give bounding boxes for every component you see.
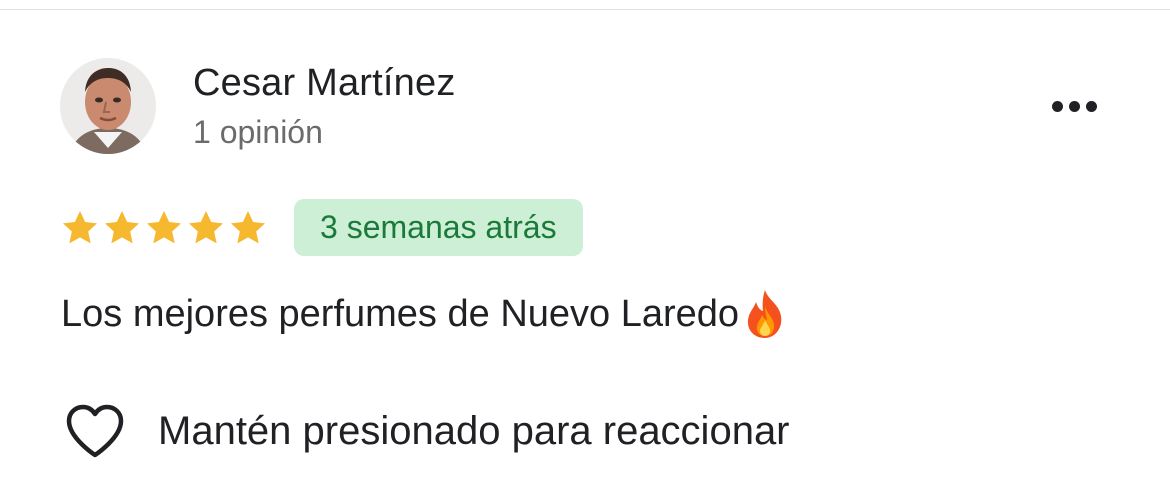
- star-icon: [105, 211, 139, 244]
- star-icon: [189, 211, 223, 244]
- react-label: Mantén presionado para reaccionar: [158, 408, 790, 453]
- star-rating: [60, 206, 268, 250]
- reviewer-name[interactable]: Cesar Martínez: [193, 62, 456, 105]
- review-text-row: Los mejores perfumes de Nuevo Laredo: [61, 288, 789, 340]
- star-icon: [63, 211, 97, 244]
- avatar[interactable]: [60, 58, 156, 154]
- more-dot: [1051, 100, 1063, 112]
- react-button[interactable]: Mantén presionado para reaccionar: [64, 400, 790, 462]
- more-dot: [1085, 100, 1097, 112]
- reviewer-review-count: 1 opinión: [193, 114, 323, 150]
- review-text: Los mejores perfumes de Nuevo Laredo: [61, 292, 740, 335]
- more-options-button[interactable]: [1040, 88, 1108, 124]
- divider: [0, 9, 1170, 10]
- more-dot: [1068, 100, 1080, 112]
- heart-outline-icon: [66, 404, 124, 458]
- fire-emoji-icon: [747, 290, 782, 338]
- review-card: Cesar Martínez 1 opinión 3 semanas atrás…: [0, 0, 1170, 490]
- avatar-photo: [60, 58, 156, 154]
- time-ago-badge: 3 semanas atrás: [294, 199, 583, 256]
- star-icon: [231, 211, 265, 244]
- star-icon: [147, 211, 181, 244]
